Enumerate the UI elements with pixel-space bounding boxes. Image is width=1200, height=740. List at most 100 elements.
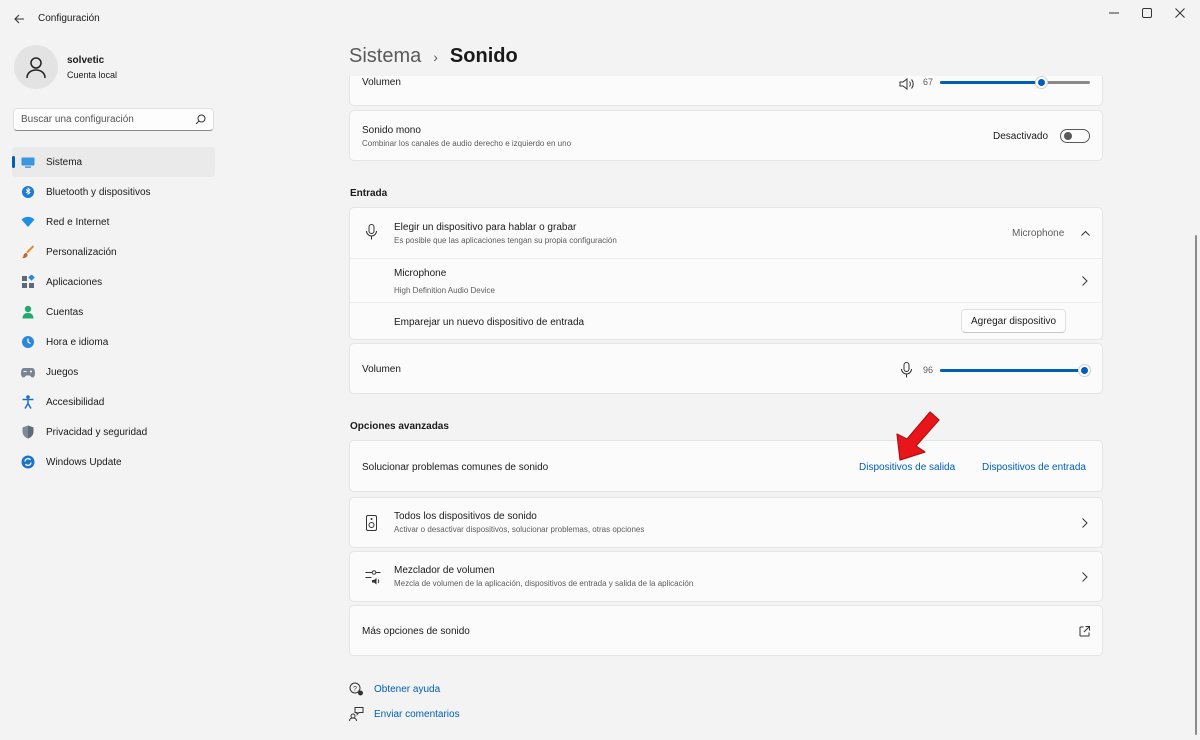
back-button[interactable] [8,8,30,30]
speaker-icon[interactable] [899,78,915,90]
profile-account-type: Cuenta local [67,69,118,80]
microphone-device-row[interactable]: Microphone High Definition Audio Device [394,268,495,295]
troubleshoot-card: Solucionar problemas comunes de sonido D… [349,440,1103,492]
profile-name: solvetic [67,54,105,66]
globe-clock-icon [21,335,35,349]
get-help-label: Obtener ayuda [374,683,441,695]
chevron-right-icon [1082,518,1088,528]
sidebar-item-windows-update[interactable]: Windows Update [12,447,215,477]
sidebar-item-label: Privacidad y seguridad [46,426,148,438]
maximize-icon [1142,8,1152,18]
search-icon[interactable] [195,114,206,125]
apps-icon [21,275,35,289]
annotation-arrow-icon [896,411,940,461]
microphone-icon[interactable] [901,362,912,378]
volume-mixer-card[interactable]: Mezclador de volumen Mezcla de volumen d… [349,551,1103,602]
sidebar-item-label: Accesibilidad [46,396,105,408]
more-sound-options-card[interactable]: Más opciones de sonido [349,605,1103,656]
microphone-device-name: Microphone [394,268,447,279]
sidebar-item-privacidad[interactable]: Privacidad y seguridad [12,417,215,447]
pair-device-label: Emparejar un nuevo dispositivo de entrad… [394,317,585,328]
page-title: Sonido [449,45,518,67]
divider [350,258,1102,259]
speaker-device-icon [366,515,377,531]
input-devices-link[interactable]: Dispositivos de entrada [982,462,1086,473]
send-feedback-label: Enviar comentarios [374,708,460,720]
sidebar-item-label: Windows Update [46,456,122,468]
output-volume-value: 67 [923,77,934,87]
sidebar-item-label: Sistema [46,156,83,168]
wifi-icon [21,215,35,229]
chevron-up-icon[interactable] [1081,230,1090,236]
output-volume-fill [940,81,1041,84]
brush-icon [21,245,35,259]
sidebar-item-label: Bluetooth y dispositivos [46,186,151,198]
get-help-link[interactable]: ? Obtener ayuda [349,682,440,696]
user-profile[interactable]: solvetic Cuenta local [14,45,117,89]
search-box[interactable] [13,108,214,131]
minimize-button[interactable] [1101,4,1127,22]
maximize-button[interactable] [1134,4,1160,22]
volume-mixer-description: Mezcla de volumen de la aplicación, disp… [394,579,694,588]
update-icon [21,455,35,469]
input-volume-fill [940,369,1084,372]
input-volume-label: Volumen [362,364,401,375]
back-arrow-icon [13,14,24,24]
avatar [14,45,58,89]
close-button[interactable] [1167,4,1193,22]
output-volume-thumb[interactable] [1035,76,1048,89]
advanced-section-heading: Opciones avanzadas [350,421,449,432]
breadcrumb-parent[interactable]: Sistema [349,45,421,68]
all-sound-devices-card[interactable]: Todos los dispositivos de sonido Activar… [349,497,1103,548]
bluetooth-icon [21,185,35,199]
all-sound-devices-title: Todos los dispositivos de sonido [394,511,537,522]
breadcrumb: Sistema › Sonido [349,45,518,68]
sidebar-item-label: Cuentas [46,306,84,318]
sidebar-nav: Sistema Bluetooth y dispositivos Red e I… [12,147,215,477]
chevron-right-icon[interactable] [1082,276,1088,286]
more-sound-options-label: Más opciones de sonido [362,626,470,637]
sidebar-item-cuentas[interactable]: Cuentas [12,297,215,327]
troubleshoot-label: Solucionar problemas comunes de sonido [362,462,549,473]
feedback-icon [349,707,364,721]
scrollbar[interactable] [1195,235,1197,735]
input-device-card: Elegir un dispositivo para hablar o grab… [349,207,1103,340]
chevron-right-icon [1082,572,1088,582]
sidebar-item-label: Hora e idioma [46,336,109,348]
system-icon [21,155,35,169]
help-icon: ? [349,682,363,696]
accessibility-icon [21,395,35,409]
mono-sound-card: Sonido mono Combinar los canales de audi… [349,110,1103,161]
sidebar-item-red[interactable]: Red e Internet [12,207,215,237]
mono-sound-title: Sonido mono [362,125,421,136]
sidebar-item-accesibilidad[interactable]: Accesibilidad [12,387,215,417]
sidebar-item-hora-idioma[interactable]: Hora e idioma [12,327,215,357]
choose-device-row[interactable]: Elegir un dispositivo para hablar o grab… [394,222,617,245]
sidebar-item-sistema[interactable]: Sistema [12,147,215,177]
mono-sound-toggle[interactable] [1060,129,1090,143]
sidebar-item-aplicaciones[interactable]: Aplicaciones [12,267,215,297]
sidebar-item-juegos[interactable]: Juegos [12,357,215,387]
input-section-heading: Entrada [350,188,388,199]
shield-icon [21,425,35,439]
user-avatar-icon [26,57,46,79]
sidebar-item-personalizacion[interactable]: Personalización [12,237,215,267]
volume-mixer-icon [365,570,381,585]
add-device-button[interactable]: Agregar dispositivo [961,309,1067,333]
all-sound-devices-description: Activar o desactivar dispositivos, soluc… [394,525,645,534]
send-feedback-link[interactable]: Enviar comentarios [349,707,460,721]
sidebar-item-label: Juegos [46,366,79,378]
sidebar-item-bluetooth[interactable]: Bluetooth y dispositivos [12,177,215,207]
output-volume-label: Volumen [362,77,401,88]
divider [350,302,1102,303]
search-input[interactable] [14,114,184,125]
input-volume-value: 96 [923,365,934,375]
mono-sound-description: Combinar los canales de audio derecho e … [362,139,572,148]
sidebar-item-label: Red e Internet [46,216,110,228]
sidebar-item-label: Personalización [46,246,117,258]
choose-device-description: Es posible que las aplicaciones tengan s… [394,236,617,245]
input-volume-thumb[interactable] [1078,364,1091,377]
choose-device-title: Elegir un dispositivo para hablar o grab… [394,222,577,233]
external-link-icon [1079,626,1090,637]
svg-text:?: ? [353,686,357,693]
